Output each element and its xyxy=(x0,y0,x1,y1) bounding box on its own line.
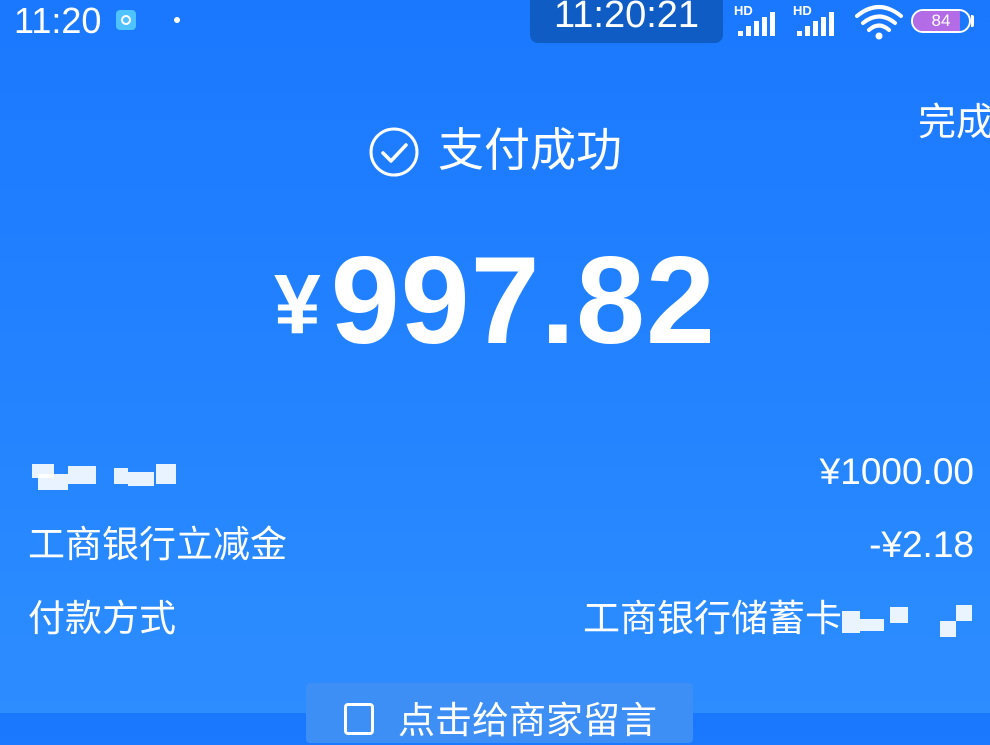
status-bar: 11:20 11:20:21 HD HD 84 xyxy=(0,0,990,44)
obscured-text-mosaic xyxy=(28,454,178,494)
signal-2-icon: HD xyxy=(793,4,845,38)
amount-value: 997.82 xyxy=(330,232,716,370)
detail-value-discount: -¥2.18 xyxy=(869,524,974,565)
detail-label-payment-method: 付款方式 xyxy=(28,598,176,639)
battery-icon: 84 xyxy=(911,9,971,33)
detail-value-original-amount: ¥1000.00 xyxy=(819,451,974,492)
payment-success-title: 支付成功 xyxy=(438,124,622,176)
wifi-icon xyxy=(855,5,903,40)
detail-label-obscured xyxy=(28,448,178,496)
signal-1-icon: HD xyxy=(734,4,786,38)
app-notification-icon xyxy=(116,10,136,30)
check-circle-icon xyxy=(369,127,419,177)
status-time: 11:20 xyxy=(14,0,102,41)
detail-row-discount: 工商银行立减金 -¥2.18 xyxy=(28,521,974,569)
clock-overlay-time: 11:20:21 xyxy=(553,0,700,36)
leave-message-label: 点击给商家留言 xyxy=(398,700,657,741)
detail-value-payment-method: 工商银行储蓄卡 xyxy=(583,598,842,639)
currency-symbol: ¥ xyxy=(274,257,321,351)
battery-level: 84 xyxy=(931,11,951,30)
detail-row-payment-method: 付款方式 工商银行储蓄卡 xyxy=(28,595,974,643)
clock-overlay: 11:20:21 xyxy=(530,0,723,43)
detail-row-original-amount: ¥1000.00 xyxy=(28,448,974,496)
card-number-mosaic xyxy=(842,595,974,643)
message-icon xyxy=(344,703,374,735)
detail-label-discount: 工商银行立减金 xyxy=(28,524,287,565)
payment-amount: ¥997.82 xyxy=(0,236,990,366)
notification-dot-icon xyxy=(174,17,180,23)
battery-tip xyxy=(971,15,974,27)
leave-message-button[interactable]: 点击给商家留言 xyxy=(306,683,693,743)
done-button[interactable]: 完成 xyxy=(918,98,990,148)
